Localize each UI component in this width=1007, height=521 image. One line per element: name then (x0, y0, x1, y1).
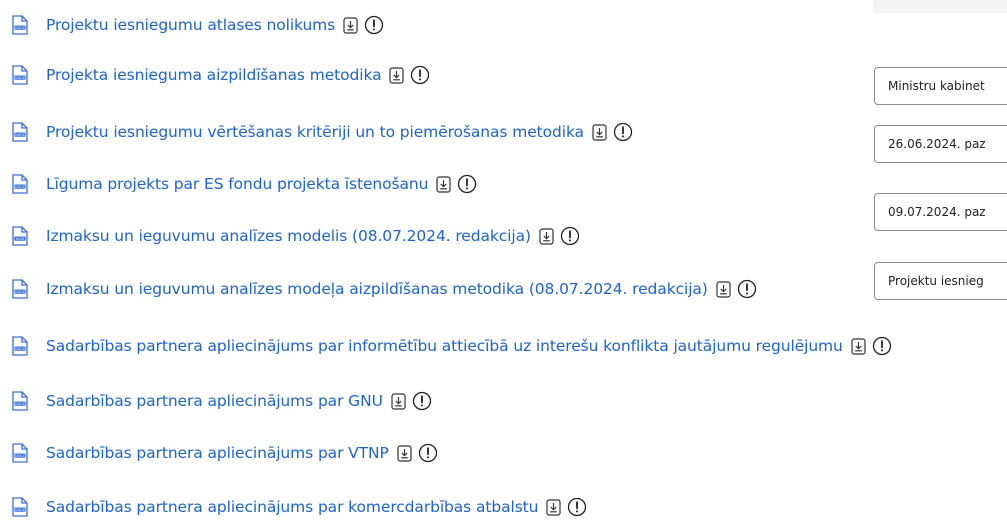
document-link[interactable]: Sadarbības partnera apliecinājums par in… (46, 337, 843, 355)
download-icon[interactable] (546, 498, 561, 516)
svg-text:DOCX: DOCX (15, 290, 26, 294)
panel-top-shade (873, 0, 1007, 13)
info-icon[interactable] (412, 391, 432, 411)
info-icon[interactable] (418, 443, 438, 463)
info-icon[interactable] (364, 15, 384, 35)
info-icon[interactable] (457, 174, 477, 194)
svg-text:DOCX: DOCX (15, 26, 26, 30)
docx-file-icon: DOCX (12, 336, 28, 356)
svg-text:DOCX: DOCX (15, 76, 26, 80)
document-link[interactable]: Projektu iesniegumu atlases nolikums (46, 16, 335, 34)
document-link[interactable]: Projekta iesnieguma aizpildīšanas metodi… (46, 66, 382, 84)
download-icon[interactable] (539, 227, 554, 245)
field-value: Projektu iesnieg (888, 274, 984, 288)
svg-text:DOCX: DOCX (15, 185, 26, 189)
document-row: DOCX Līguma projekts par ES fondu projek… (11, 172, 477, 196)
document-row: XLSX Izmaksu un ieguvumu analīzes modeli… (11, 224, 580, 248)
document-row: DOCX Sadarbības partnera apliecinājums p… (11, 334, 892, 358)
info-icon[interactable] (613, 122, 633, 142)
document-link[interactable]: Izmaksu un ieguvumu analīzes modelis (08… (46, 227, 531, 245)
docx-file-icon: DOCX (12, 122, 28, 142)
docx-file-icon: DOCX (12, 391, 28, 411)
field-value: 26.06.2024. paz (888, 137, 986, 151)
download-icon[interactable] (391, 392, 406, 410)
document-link[interactable]: Sadarbības partnera apliecinājums par GN… (46, 392, 383, 410)
docx-file-icon: DOCX (12, 497, 28, 517)
right-panel: Ministru kabinet 26.06.2024. paz 09.07.2… (860, 0, 1007, 521)
document-link[interactable]: Projektu iesniegumu vērtēšanas kritēriji… (46, 123, 584, 141)
documents-list: DOCX Projektu iesniegumu atlases nolikum… (0, 0, 1007, 521)
document-link[interactable]: Līguma projekts par ES fondu projekta īs… (46, 175, 428, 193)
field-value: Ministru kabinet (888, 79, 985, 93)
download-icon[interactable] (592, 123, 607, 141)
download-icon[interactable] (343, 16, 358, 34)
document-row: DOCX Projektu iesniegumu vērtēšanas krit… (11, 120, 633, 144)
document-link[interactable]: Sadarbības partnera apliecinājums par ko… (46, 498, 538, 516)
field-issuer[interactable]: Ministru kabinet (874, 67, 1007, 105)
svg-text:DOCX: DOCX (15, 133, 26, 137)
svg-text:DOCX: DOCX (15, 454, 26, 458)
docx-file-icon: DOCX (12, 174, 28, 194)
download-icon[interactable] (389, 66, 405, 84)
svg-text:DOCX: DOCX (15, 508, 26, 512)
document-row: DOCX Sadarbības partnera apliecinājums p… (11, 495, 587, 519)
document-row: DOCX Izmaksu un ieguvumu analīzes modeļa… (11, 277, 757, 301)
download-icon[interactable] (397, 444, 412, 462)
field-date-2[interactable]: 09.07.2024. paz (874, 193, 1007, 231)
info-icon[interactable] (560, 226, 580, 246)
docx-file-icon: DOCX (12, 15, 28, 35)
document-link[interactable]: Izmaksu un ieguvumu analīzes modeļa aizp… (46, 280, 708, 298)
svg-text:XLSX: XLSX (16, 237, 25, 241)
field-date-1[interactable]: 26.06.2024. paz (874, 125, 1007, 163)
field-value: 09.07.2024. paz (888, 205, 986, 219)
info-icon[interactable] (567, 497, 587, 517)
download-icon[interactable] (436, 175, 451, 193)
info-icon[interactable] (737, 279, 757, 299)
docx-file-icon: DOCX (12, 65, 28, 85)
docx-file-icon: DOCX (12, 279, 28, 299)
document-row: DOCX Projektu iesniegumu atlases nolikum… (11, 13, 384, 37)
field-project-applications[interactable]: Projektu iesnieg (874, 262, 1007, 300)
download-icon[interactable] (716, 280, 731, 298)
document-link[interactable]: Sadarbības partnera apliecinājums par VT… (46, 444, 389, 462)
xlsx-file-icon: XLSX (12, 226, 28, 246)
svg-text:DOCX: DOCX (15, 347, 26, 351)
document-row: DOCX Sadarbības partnera apliecinājums p… (11, 441, 438, 465)
docx-file-icon: DOCX (12, 443, 28, 463)
svg-text:DOCX: DOCX (15, 402, 26, 406)
document-row: DOCX Sadarbības partnera apliecinājums p… (11, 389, 432, 413)
info-icon[interactable] (410, 65, 430, 85)
document-row: DOCX Projekta iesnieguma aizpildīšanas m… (11, 63, 430, 87)
